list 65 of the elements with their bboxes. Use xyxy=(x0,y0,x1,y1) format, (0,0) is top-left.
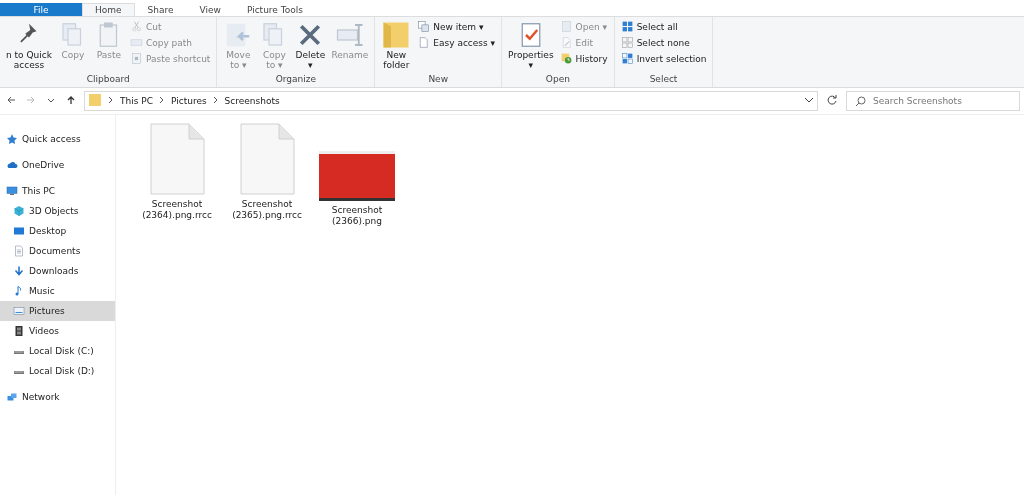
ribbon-button[interactable]: Select none xyxy=(618,35,709,50)
ribbon-tab[interactable]: View xyxy=(186,3,234,16)
ribbon-tab[interactable]: Home xyxy=(82,3,135,16)
monitor-icon xyxy=(13,225,25,237)
star-icon xyxy=(6,133,18,145)
breadcrumb[interactable]: This PC xyxy=(120,96,153,106)
chevron-icon xyxy=(108,96,114,106)
folder-icon xyxy=(88,93,102,109)
history-icon xyxy=(559,52,573,65)
file-name[interactable]: Screenshot (2364).png.rrcc xyxy=(142,199,212,221)
cube-icon xyxy=(13,205,25,217)
file-tab[interactable]: File xyxy=(0,3,82,16)
sidebar-item[interactable]: OneDrive xyxy=(0,155,115,175)
group-label: New xyxy=(427,74,450,86)
sidebar-item[interactable]: Downloads xyxy=(0,261,115,281)
network-icon xyxy=(6,391,18,403)
chevron-icon xyxy=(212,96,219,106)
ribbon-button[interactable]: Easy access ▾ xyxy=(415,35,498,50)
breadcrumb[interactable]: Pictures xyxy=(170,96,207,106)
group-label: Clipboard xyxy=(85,74,131,86)
ribbon-button[interactable]: n to Quick access xyxy=(4,19,54,71)
group-label: Organize xyxy=(274,74,317,86)
grid-icon xyxy=(620,36,634,49)
cloud-icon xyxy=(6,159,18,171)
grid-icon xyxy=(620,52,634,65)
shortcut-icon xyxy=(129,52,143,65)
sidebar-item[interactable]: Desktop xyxy=(0,221,115,241)
ribbon-button[interactable]: Select all xyxy=(618,19,709,34)
sidebar-item[interactable]: Videos xyxy=(0,321,115,341)
document-icon xyxy=(13,245,25,257)
chevron-icon xyxy=(158,96,165,106)
picture-icon xyxy=(13,305,25,317)
new-item-icon xyxy=(417,20,431,33)
ribbon-button[interactable]: Properties ▾ xyxy=(506,19,556,71)
group-label: Open xyxy=(544,74,571,86)
ribbon-button[interactable]: Delete ▾ xyxy=(293,19,328,71)
page-icon xyxy=(417,36,431,49)
monitor-icon xyxy=(6,185,18,197)
file-name[interactable]: Screenshot (2366).png xyxy=(331,205,383,227)
ribbon-button[interactable]: Invert selection xyxy=(618,51,709,66)
sidebar-item[interactable]: Music xyxy=(0,281,115,301)
address-bar[interactable]: This PC Pictures Screenshots xyxy=(84,91,818,111)
sidebar-item[interactable]: Pictures xyxy=(0,301,115,321)
arrow-down-icon xyxy=(13,265,25,277)
sidebar-item[interactable]: Documents xyxy=(0,241,115,261)
file-name[interactable]: Screenshot (2365).png.rrcc xyxy=(232,199,302,221)
ribbon-button[interactable]: New item ▾ xyxy=(415,19,498,34)
grid-icon xyxy=(620,20,634,33)
search-field[interactable]: Search Screenshots xyxy=(846,91,1020,111)
sidebar-item[interactable]: 3D Objects xyxy=(0,201,115,221)
film-icon xyxy=(13,325,25,337)
sidebar-item[interactable]: Network xyxy=(0,387,115,407)
ribbon-tab[interactable]: Share xyxy=(134,3,187,16)
scissors-icon xyxy=(129,20,143,33)
ribbon-button[interactable]: New folder xyxy=(379,19,414,71)
sidebar-item[interactable]: Local Disk (C:) xyxy=(0,341,115,361)
ribbon-tab[interactable]: Picture Tools xyxy=(233,3,316,16)
sidebar-item[interactable]: This PC xyxy=(0,181,115,201)
sidebar-item[interactable]: Quick access xyxy=(0,129,115,149)
image-thumbnail[interactable] xyxy=(319,151,395,201)
folder-icon xyxy=(381,20,412,50)
ribbon-button[interactable]: History xyxy=(557,51,610,66)
sidebar-item[interactable]: Local Disk (D:) xyxy=(0,361,115,381)
group-label: Select xyxy=(648,74,679,86)
breadcrumb[interactable]: Screenshots xyxy=(224,96,280,106)
